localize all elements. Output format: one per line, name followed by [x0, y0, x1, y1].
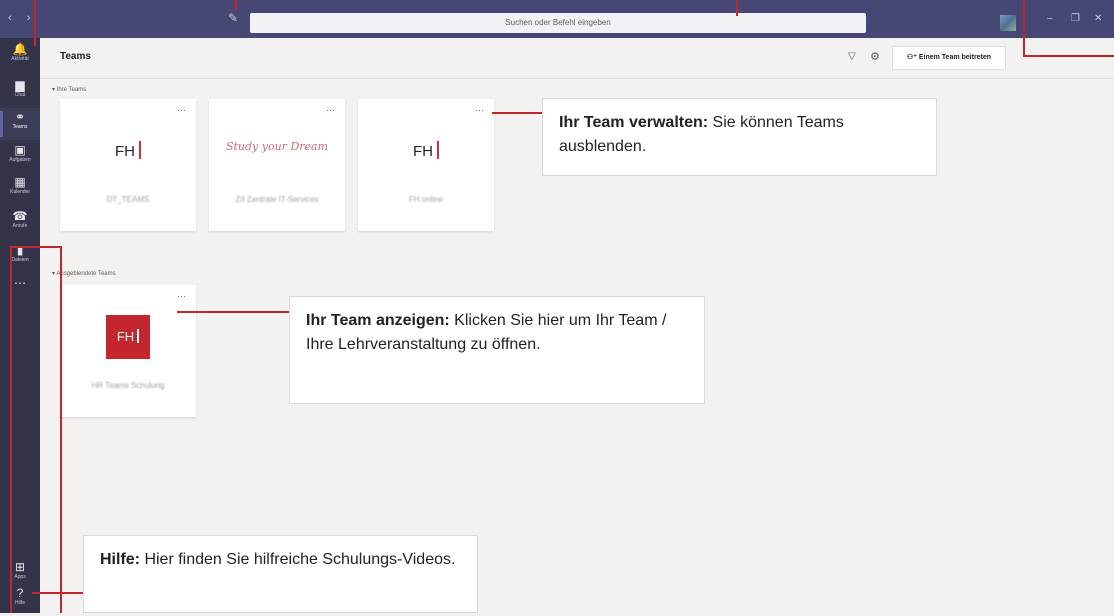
- team-card[interactable]: ··· Study your Dream Z/I Zentrale IT-Ser…: [209, 99, 345, 231]
- chat-icon: ▆: [15, 78, 25, 92]
- annotation-line: [1023, 0, 1025, 56]
- annotation-line: [736, 0, 738, 16]
- calendar-icon: ▦: [14, 175, 26, 189]
- team-logo: Study your Dream: [225, 140, 329, 153]
- rail-item-chat[interactable]: ▆ Chat: [0, 76, 40, 108]
- team-name: DT_TEAMS: [106, 195, 150, 204]
- callout-manage-team: Ihr Team verwalten: Sie können Teams aus…: [542, 98, 937, 176]
- compose-icon[interactable]: ✎: [228, 11, 242, 25]
- team-card[interactable]: ··· FH DT_TEAMS: [60, 99, 196, 231]
- team-name: FH online: [408, 195, 444, 204]
- callout-title: Ihr Team anzeigen:: [306, 312, 450, 329]
- callout-help: Hilfe: Hier finden Sie hilfreiche Schulu…: [83, 535, 478, 613]
- minimize-icon[interactable]: –: [1047, 13, 1053, 24]
- annotation-line: [60, 246, 62, 613]
- annotation-line: [492, 112, 542, 114]
- teams-header: Teams ▽ ⚙ ⚇⁺ Einem Team beitreten: [40, 38, 1114, 79]
- rail-item-calls[interactable]: ☎ Anrufe: [0, 207, 40, 239]
- rail-item-label: Aktivität: [11, 56, 29, 62]
- team-logo-text: FH: [116, 329, 135, 344]
- rail-item-assignments[interactable]: ▣ Aufgaben: [0, 141, 40, 173]
- assignments-icon: ▣: [14, 143, 26, 157]
- more-options-icon[interactable]: ···: [177, 105, 186, 115]
- phone-icon: ☎: [12, 209, 28, 223]
- section-your-teams[interactable]: ▾ Ihre Teams: [52, 86, 86, 93]
- annotation-line: [235, 0, 237, 10]
- back-forward-icon[interactable]: ‹ ›: [8, 12, 36, 24]
- section-label: Ihre Teams: [56, 87, 87, 93]
- team-logo: FH: [106, 315, 150, 359]
- callout-title: Hilfe:: [100, 551, 140, 568]
- annotation-line: [177, 311, 289, 313]
- more-options-icon[interactable]: ···: [475, 105, 484, 115]
- teams-icon: ⚭: [14, 110, 26, 124]
- team-name: HR Teams Schulung: [91, 381, 165, 390]
- annotation-line: [10, 246, 62, 248]
- app-rail: 🔔 Aktivität ▆ Chat ⚭ Teams ▣ Aufgaben ▦ …: [0, 38, 40, 613]
- rail-item-help[interactable]: ? Hilfe: [0, 584, 40, 616]
- team-logo: FH: [358, 141, 494, 160]
- rail-item-label: Apps: [14, 574, 26, 580]
- rail-item-teams[interactable]: ⚭ Teams: [0, 108, 40, 140]
- rail-item-label: Teams: [12, 124, 28, 130]
- team-logo-text: FH: [413, 143, 433, 160]
- annotation-line: [34, 0, 36, 46]
- team-name: Z/I Zentrale IT-Services: [235, 195, 319, 204]
- filter-icon[interactable]: ▽: [848, 51, 856, 62]
- rail-item-calendar[interactable]: ▦ Kalender: [0, 173, 40, 205]
- more-icon: ⋯: [14, 276, 26, 290]
- team-logo-text: FH: [115, 143, 135, 160]
- search-input[interactable]: Suchen oder Befehl eingeben: [250, 13, 866, 33]
- join-team-button[interactable]: ⚇⁺ Einem Team beitreten: [892, 46, 1006, 70]
- team-logo: FH: [60, 141, 196, 160]
- callout-title: Ihr Team verwalten:: [559, 114, 709, 131]
- rail-item-label: Kalender: [9, 189, 30, 195]
- gear-icon[interactable]: ⚙: [870, 50, 880, 63]
- page-title: Teams: [60, 51, 91, 62]
- annotation-line: [32, 592, 83, 594]
- rail-item-label: Aufgaben: [9, 157, 31, 163]
- close-icon[interactable]: ✕: [1094, 13, 1102, 24]
- avatar[interactable]: [1000, 15, 1016, 31]
- callout-text: Hier finden Sie hilfreiche Schulungs-Vid…: [140, 551, 456, 568]
- hidden-team-card[interactable]: ··· FH HR Teams Schulung: [60, 285, 196, 417]
- team-card[interactable]: ··· FH FH online: [358, 99, 494, 231]
- rail-item-label: Anrufe: [12, 223, 28, 229]
- add-people-icon: ⚇⁺: [906, 54, 919, 61]
- annotation-line: [10, 246, 12, 613]
- more-options-icon[interactable]: ···: [177, 291, 186, 301]
- apps-icon: ⊞: [14, 560, 26, 574]
- rail-item-label: Chat: [14, 92, 26, 98]
- section-label: Ausgeblendete Teams: [56, 271, 116, 277]
- annotation-line: [1023, 55, 1114, 57]
- join-team-label: Einem Team beitreten: [918, 54, 992, 61]
- maximize-icon[interactable]: ❐: [1071, 13, 1080, 24]
- title-bar: ‹ › ✎ Suchen oder Befehl eingeben – ❐ ✕: [0, 0, 1114, 38]
- rail-item-label: Hilfe: [14, 600, 25, 606]
- rail-item-more[interactable]: ⋯: [0, 274, 40, 306]
- more-options-icon[interactable]: ···: [326, 105, 335, 115]
- callout-show-team: Ihr Team anzeigen: Klicken Sie hier um I…: [289, 296, 705, 404]
- rail-item-label: Dateien: [11, 257, 29, 263]
